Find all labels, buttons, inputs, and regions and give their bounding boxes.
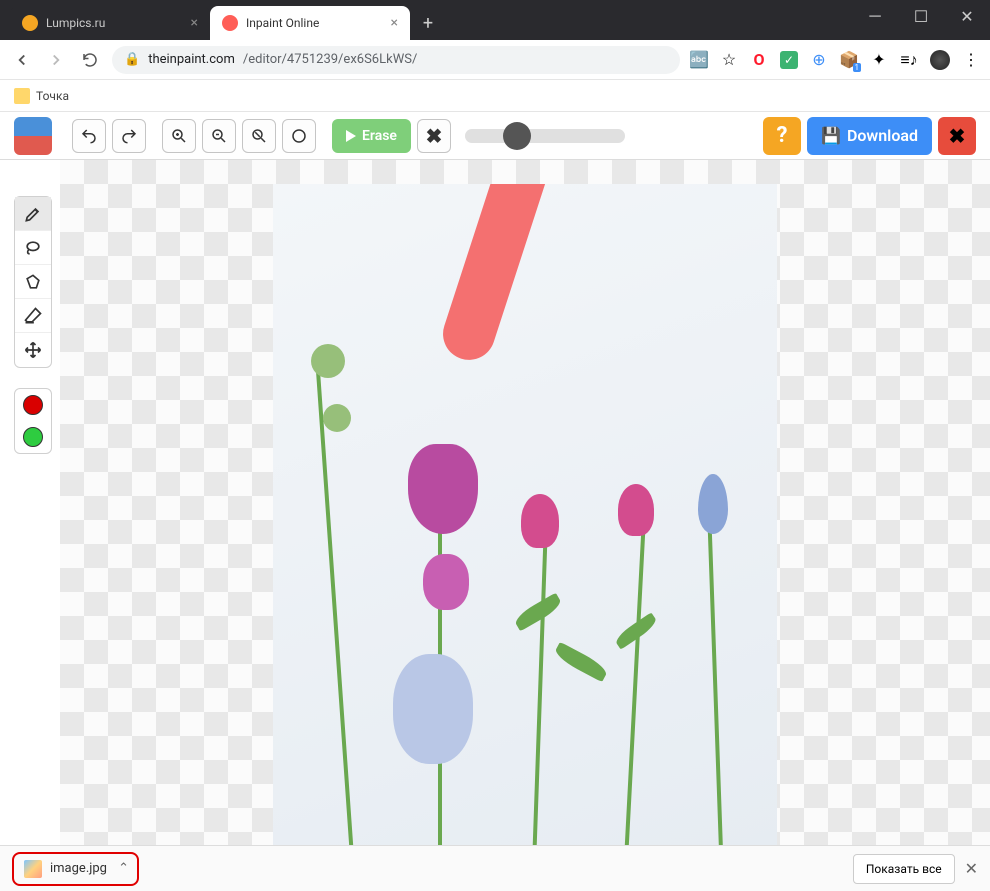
download-filename: image.jpg <box>50 861 107 876</box>
cancel-erase-button[interactable]: ✖ <box>417 119 451 153</box>
download-button[interactable]: 💾 Download <box>807 117 932 155</box>
zoom-actual-button[interactable] <box>282 119 316 153</box>
folder-icon <box>14 88 30 104</box>
help-label: ? <box>777 123 788 148</box>
brush-stroke <box>436 184 553 367</box>
address-bar: 🔒 theinpaint.com/editor/4751239/ex6S6LkW… <box>0 40 990 80</box>
color-selector <box>14 388 52 454</box>
tab-title: Lumpics.ru <box>46 16 105 30</box>
url-path: /editor/4751239/ex6S6LkWS/ <box>243 52 417 67</box>
translate-icon[interactable]: 🔤 <box>690 51 708 69</box>
red-color[interactable] <box>15 389 51 421</box>
lock-icon: 🔒 <box>124 52 140 67</box>
opera-icon[interactable]: O <box>750 51 768 69</box>
favicon-lumpics <box>22 15 38 31</box>
cube-icon[interactable]: 📦1 <box>840 51 858 69</box>
close-editor-button[interactable]: ✖ <box>938 117 976 155</box>
eraser-tool[interactable] <box>15 299 51 333</box>
save-icon: 💾 <box>821 126 841 145</box>
new-tab-button[interactable]: + <box>414 9 442 37</box>
close-window-button[interactable]: ✕ <box>944 0 990 32</box>
close-downloads-bar[interactable]: ✕ <box>965 859 978 878</box>
slider-thumb[interactable] <box>503 122 531 150</box>
green-color[interactable] <box>15 421 51 453</box>
close-icon[interactable]: × <box>391 15 398 31</box>
check-icon[interactable]: ✓ <box>780 51 798 69</box>
avatar[interactable] <box>930 50 950 70</box>
chevron-up-icon[interactable]: ⌃ <box>118 861 129 876</box>
extensions-icon[interactable]: ✦ <box>870 51 888 69</box>
tab-title: Inpaint Online <box>246 16 319 30</box>
app-logo[interactable] <box>14 117 52 155</box>
lasso-tool[interactable] <box>15 231 51 265</box>
window-controls: ─ ☐ ✕ <box>852 0 990 32</box>
erase-button[interactable]: Erase <box>332 119 411 153</box>
zoom-in-button[interactable] <box>162 119 196 153</box>
zoom-fit-button[interactable] <box>242 119 276 153</box>
brush-size-slider[interactable] <box>465 129 625 143</box>
url-input[interactable]: 🔒 theinpaint.com/editor/4751239/ex6S6LkW… <box>112 46 680 74</box>
polygon-tool[interactable] <box>15 265 51 299</box>
favicon-inpaint <box>222 15 238 31</box>
downloads-bar: image.jpg ⌃ Показать все ✕ <box>0 845 990 891</box>
move-tool[interactable] <box>15 333 51 367</box>
url-domain: theinpaint.com <box>148 52 235 67</box>
download-chip[interactable]: image.jpg ⌃ <box>12 852 139 886</box>
bookmark-item[interactable]: Точка <box>36 89 69 103</box>
media-icon[interactable]: ≡♪ <box>900 51 918 69</box>
help-button[interactable]: ? <box>763 117 801 155</box>
undo-button[interactable] <box>72 119 106 153</box>
close-icon: ✖ <box>426 124 443 148</box>
browser-titlebar: Lumpics.ru × Inpaint Online × + ─ ☐ ✕ <box>0 0 990 40</box>
tab-inpaint[interactable]: Inpaint Online × <box>210 6 410 40</box>
reload-button[interactable] <box>78 48 102 72</box>
zoom-out-button[interactable] <box>202 119 236 153</box>
menu-icon[interactable]: ⋮ <box>962 51 980 69</box>
file-thumb-icon <box>24 860 42 878</box>
play-icon <box>346 130 356 142</box>
app-toolbar: Erase ✖ ? 💾 Download ✖ <box>0 112 990 160</box>
minimize-button[interactable]: ─ <box>852 0 898 32</box>
edited-image[interactable] <box>273 184 777 845</box>
download-label: Download <box>847 126 918 145</box>
redo-button[interactable] <box>112 119 146 153</box>
tool-palette <box>14 196 52 368</box>
tab-lumpics[interactable]: Lumpics.ru × <box>10 6 210 40</box>
marker-tool[interactable] <box>15 197 51 231</box>
maximize-button[interactable]: ☐ <box>898 0 944 32</box>
show-all-downloads[interactable]: Показать все <box>853 854 955 884</box>
erase-label: Erase <box>362 128 397 144</box>
forward-button[interactable] <box>44 48 68 72</box>
globe-icon[interactable]: ⊕ <box>810 51 828 69</box>
canvas-area[interactable] <box>60 160 990 845</box>
back-button[interactable] <box>10 48 34 72</box>
close-icon[interactable]: × <box>191 15 198 31</box>
bookmarks-bar: Точка <box>0 80 990 112</box>
extension-icons: 🔤 ☆ O ✓ ⊕ 📦1 ✦ ≡♪ ⋮ <box>690 50 980 70</box>
star-icon[interactable]: ☆ <box>720 51 738 69</box>
